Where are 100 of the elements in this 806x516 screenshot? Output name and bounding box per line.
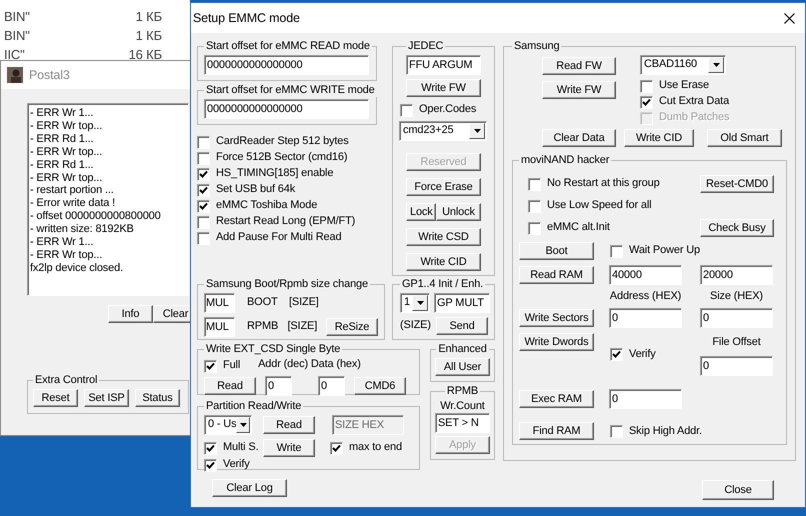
checkbox[interactable] [528, 222, 541, 234]
file-size: 16 КБ [128, 46, 162, 62]
action-button[interactable]: Clear Data [542, 129, 616, 147]
write-button[interactable]: Write [263, 439, 315, 457]
size-field[interactable]: MUL [204, 317, 235, 337]
all-user-button[interactable]: All User [435, 358, 490, 376]
multiplier-field[interactable]: GP MULT [434, 293, 490, 313]
close-icon[interactable] [784, 12, 795, 24]
checkbox[interactable] [204, 458, 217, 472]
checkbox[interactable] [640, 80, 653, 92]
file-name: BIN" [3, 28, 31, 44]
action-button[interactable]: Write CID [624, 129, 694, 147]
log-line: - written size: 8192KB [30, 223, 135, 236]
size-field[interactable]: 0 [700, 308, 773, 328]
command-button[interactable]: Lock [406, 203, 436, 221]
checkbox-label: eMMC alt.Init [547, 221, 610, 235]
write-dwords-button[interactable]: Write Dwords [519, 333, 594, 352]
control-button[interactable]: Set ISP [84, 389, 129, 407]
checkbox-label: Full [223, 359, 240, 373]
group-title: Start offset for eMMC WRITE mode [205, 84, 376, 97]
checkbox[interactable] [640, 96, 653, 108]
write-fw-button[interactable]: Write FW [542, 81, 616, 99]
checkbox-label: Set USB buf 64k [216, 183, 296, 197]
count-field[interactable]: SET > N [435, 413, 490, 434]
size-field[interactable]: MUL [204, 293, 235, 313]
partition-label: RPMB [247, 320, 280, 334]
checkbox[interactable] [528, 178, 541, 190]
partition-dropdown[interactable]: 1 [400, 293, 430, 313]
checkbox[interactable] [610, 424, 623, 438]
group-title: Write EXT_CSD Single Byte [205, 343, 342, 356]
checkbox-label: Use Erase [659, 79, 710, 93]
checkbox[interactable] [197, 200, 210, 212]
address-field[interactable]: 0 [265, 376, 292, 396]
argument-field[interactable]: FFU ARGUM [406, 55, 481, 75]
unit-label: [SIZE] [287, 320, 318, 334]
checkbox[interactable] [204, 442, 217, 454]
checkbox[interactable] [197, 168, 210, 180]
data-field[interactable]: 0 [318, 376, 345, 396]
checkbox-label: Wait Power Up [629, 244, 700, 258]
command-button[interactable]: Write CSD [406, 228, 481, 246]
field-label: Address (HEX) [609, 290, 682, 304]
checkbox[interactable] [610, 244, 623, 258]
log-button[interactable]: Info [108, 305, 153, 323]
reset-button[interactable]: Reset-CMD0 [700, 175, 774, 193]
log-line: fx2lp device closed. [30, 262, 124, 275]
check-busy-button[interactable]: Check Busy [700, 219, 774, 237]
exec-ram-button[interactable]: Exec RAM [519, 390, 594, 408]
read-fw-button[interactable]: Read FW [542, 57, 616, 75]
offset-field[interactable]: 0000000000000000 [204, 99, 369, 119]
action-button[interactable]: Old Smart [707, 129, 782, 147]
field-label: Size (HEX) [709, 290, 764, 304]
checkbox[interactable] [197, 184, 210, 196]
checkbox[interactable] [197, 232, 210, 244]
command-dropdown[interactable]: cmd23+25 [399, 121, 487, 141]
read-button[interactable]: Read [263, 416, 315, 434]
command-button[interactable]: Write CID [406, 253, 481, 271]
address-field[interactable]: 40000 [609, 265, 682, 285]
firmware-dropdown[interactable]: CBAD1160 [640, 55, 726, 75]
control-button[interactable]: Status [135, 389, 180, 407]
caret-icon [469, 123, 485, 139]
boot-button[interactable]: Boot [519, 242, 594, 260]
checkbox[interactable] [610, 348, 623, 362]
checkbox-label: eMMC Toshiba Mode [216, 199, 318, 213]
read-ram-button[interactable]: Read RAM [519, 266, 594, 284]
group-title: GP1..4 Init / Enh. [401, 278, 484, 291]
checkbox[interactable] [197, 152, 210, 164]
group-title: Start offset for eMMC READ mode [205, 40, 371, 53]
write-fw-button[interactable]: Write FW [406, 79, 481, 97]
checkbox[interactable] [528, 200, 541, 212]
partition-dropdown[interactable]: 0 - Us [204, 415, 252, 435]
checkbox[interactable] [400, 104, 413, 116]
offset-field[interactable]: 0 [700, 356, 773, 376]
offset-field[interactable]: 0000000000000000 [204, 55, 369, 75]
checkbox[interactable] [330, 442, 343, 454]
cmd6-button[interactable]: CMD6 [354, 377, 406, 395]
close-button[interactable]: Close [702, 480, 774, 500]
checkbox[interactable] [197, 216, 210, 228]
checkbox-label: No Restart at this group [547, 177, 660, 191]
command-button[interactable]: Force Erase [406, 178, 481, 196]
resize-button[interactable]: ReSize [326, 318, 378, 336]
file-name: BIN" [3, 8, 31, 24]
command-button[interactable]: Unlock [436, 203, 481, 221]
checkbox[interactable] [204, 360, 217, 372]
address-field[interactable]: 0 [609, 389, 682, 410]
control-button[interactable]: Reset [33, 389, 78, 407]
file-size: 1 КБ [134, 28, 162, 44]
caret-icon [708, 57, 724, 73]
caret-icon [412, 295, 428, 311]
log-line: - ERR Rd 1... [30, 158, 94, 172]
size-field[interactable]: 20000 [700, 265, 773, 285]
write-sectors-button[interactable]: Write Sectors [519, 309, 594, 328]
checkbox[interactable] [197, 136, 210, 148]
read-button[interactable]: Read [204, 377, 256, 395]
clear-log-button[interactable]: Clear Log [212, 479, 287, 497]
field-label: Wr.Count [439, 400, 486, 414]
checkbox-label: Verify [629, 348, 656, 362]
send-button[interactable]: Send [436, 317, 488, 335]
address-field[interactable]: 0 [609, 308, 682, 328]
find-ram-button[interactable]: Find RAM [519, 422, 594, 440]
checkbox-label: Skip High Addr. [629, 424, 702, 438]
